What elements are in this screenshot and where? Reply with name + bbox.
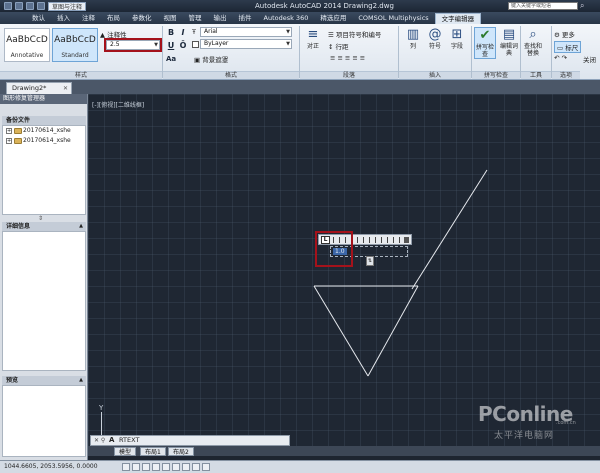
- close-icon[interactable]: ✕ ⚲: [94, 436, 105, 445]
- lwt-toggle[interactable]: [202, 463, 210, 471]
- watermark-sub: 太平洋电脑网: [494, 431, 555, 441]
- tab-layout1[interactable]: 布局1: [140, 447, 166, 456]
- coordinates-readout: 1044.6605, 2053.5956, 0.0000: [4, 463, 98, 470]
- stack-icon[interactable]: ⇅: [366, 256, 374, 266]
- command-text: RTEXT: [119, 436, 140, 444]
- command-prompt-icon: A: [109, 436, 115, 444]
- diagonal-line: [411, 169, 488, 290]
- ortho-toggle[interactable]: [142, 463, 150, 471]
- triangle-right-edge: [367, 285, 419, 377]
- watermark-logo: PConline .com.cn 太平洋电脑网: [478, 402, 588, 444]
- tab-layout2[interactable]: 布局2: [168, 447, 194, 456]
- osnap-toggle[interactable]: [162, 463, 170, 471]
- mtext-content[interactable]: 1.0: [333, 248, 347, 255]
- ruler-ticks: [333, 237, 405, 243]
- status-bar: 1044.6605, 2053.5956, 0.0000: [0, 460, 600, 473]
- drafting-toggles: [122, 463, 210, 471]
- tab-stop-button[interactable]: L: [321, 236, 330, 244]
- layout-tab-bar: 模型 布局1 布局2: [88, 446, 600, 456]
- triangle-left-edge: [313, 285, 369, 377]
- text-editor-ruler[interactable]: L: [318, 234, 412, 245]
- tab-model[interactable]: 模型: [114, 447, 137, 456]
- ucs-icon: [101, 412, 102, 436]
- ducs-toggle[interactable]: [182, 463, 190, 471]
- grid-toggle[interactable]: [132, 463, 140, 471]
- snap-toggle[interactable]: [122, 463, 130, 471]
- watermark-domain: .com.cn: [556, 420, 576, 426]
- dyn-toggle[interactable]: [192, 463, 200, 471]
- ruler-end-handle[interactable]: [404, 237, 409, 243]
- polar-toggle[interactable]: [152, 463, 160, 471]
- command-line[interactable]: ✕ ⚲ A RTEXT: [90, 435, 290, 446]
- ucs-y-label: Y: [99, 404, 104, 412]
- otrack-toggle[interactable]: [172, 463, 180, 471]
